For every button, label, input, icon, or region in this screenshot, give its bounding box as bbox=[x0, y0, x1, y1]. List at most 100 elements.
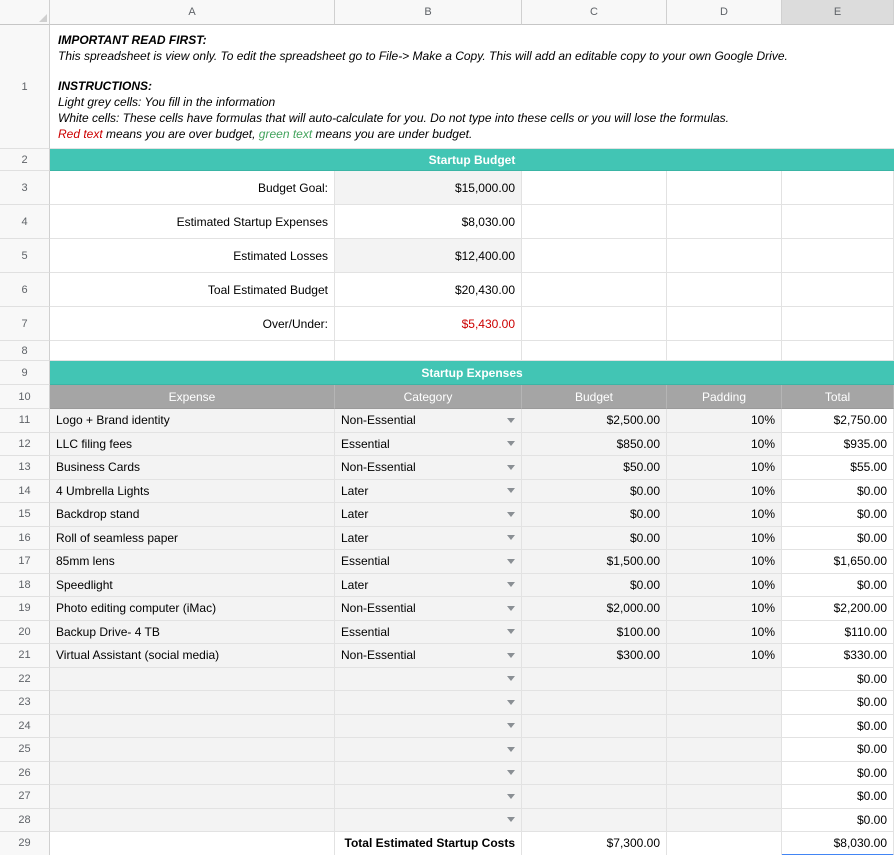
row-number-16[interactable]: 16 bbox=[0, 527, 50, 551]
category-column-header[interactable]: Category bbox=[335, 385, 522, 409]
padding-cell[interactable] bbox=[667, 785, 782, 809]
budget-cell[interactable]: $1,500.00 bbox=[522, 550, 667, 574]
total-cell[interactable]: $0.00 bbox=[782, 574, 894, 598]
budget-goal-label[interactable]: Budget Goal: bbox=[50, 171, 335, 205]
dropdown-arrow-icon[interactable] bbox=[507, 629, 515, 634]
row-number-12[interactable]: 12 bbox=[0, 433, 50, 457]
total-cell[interactable]: $2,200.00 bbox=[782, 597, 894, 621]
row-number-25[interactable]: 25 bbox=[0, 738, 50, 762]
expense-cell[interactable] bbox=[50, 668, 335, 692]
budget-cell[interactable] bbox=[522, 762, 667, 786]
budget-cell[interactable]: $2,000.00 bbox=[522, 597, 667, 621]
total-estimated-budget-label[interactable]: Toal Estimated Budget bbox=[50, 273, 335, 307]
dropdown-arrow-icon[interactable] bbox=[507, 606, 515, 611]
row-number-2[interactable]: 2 bbox=[0, 149, 50, 171]
padding-cell[interactable] bbox=[667, 762, 782, 786]
empty-cell-c8[interactable] bbox=[522, 341, 667, 361]
budget-cell[interactable]: $100.00 bbox=[522, 621, 667, 645]
expense-cell[interactable]: LLC filing fees bbox=[50, 433, 335, 457]
empty-cell-e8[interactable] bbox=[782, 341, 894, 361]
row-number-4[interactable]: 4 bbox=[0, 205, 50, 239]
category-cell[interactable]: Later bbox=[335, 527, 522, 551]
expense-cell[interactable]: Business Cards bbox=[50, 456, 335, 480]
expense-cell[interactable]: Speedlight bbox=[50, 574, 335, 598]
empty-cell-c5[interactable] bbox=[522, 239, 667, 273]
expense-column-header[interactable]: Expense bbox=[50, 385, 335, 409]
expense-cell[interactable]: Roll of seamless paper bbox=[50, 527, 335, 551]
budget-cell[interactable]: $0.00 bbox=[522, 503, 667, 527]
dropdown-arrow-icon[interactable] bbox=[507, 770, 515, 775]
dropdown-arrow-icon[interactable] bbox=[507, 488, 515, 493]
expense-cell[interactable]: Backdrop stand bbox=[50, 503, 335, 527]
padding-cell[interactable]: 10% bbox=[667, 527, 782, 551]
budget-cell[interactable] bbox=[522, 785, 667, 809]
row-number-26[interactable]: 26 bbox=[0, 762, 50, 786]
padding-cell[interactable] bbox=[667, 691, 782, 715]
empty-cell-e7[interactable] bbox=[782, 307, 894, 341]
expense-cell[interactable]: Logo + Brand identity bbox=[50, 409, 335, 433]
empty-cell-e6[interactable] bbox=[782, 273, 894, 307]
budget-cell[interactable] bbox=[522, 809, 667, 833]
row-number-17[interactable]: 17 bbox=[0, 550, 50, 574]
dropdown-arrow-icon[interactable] bbox=[507, 653, 515, 658]
over-under-label[interactable]: Over/Under: bbox=[50, 307, 335, 341]
empty-cell-c4[interactable] bbox=[522, 205, 667, 239]
row-number-6[interactable]: 6 bbox=[0, 273, 50, 307]
empty-cell-e3[interactable] bbox=[782, 171, 894, 205]
row-number-21[interactable]: 21 bbox=[0, 644, 50, 668]
row-number-18[interactable]: 18 bbox=[0, 574, 50, 598]
dropdown-arrow-icon[interactable] bbox=[507, 676, 515, 681]
budget-cell[interactable]: $850.00 bbox=[522, 433, 667, 457]
category-cell[interactable]: Later bbox=[335, 480, 522, 504]
empty-cell-d3[interactable] bbox=[667, 171, 782, 205]
expense-cell[interactable]: 4 Umbrella Lights bbox=[50, 480, 335, 504]
category-cell[interactable] bbox=[335, 715, 522, 739]
expense-cell[interactable]: 85mm lens bbox=[50, 550, 335, 574]
empty-cell-e5[interactable] bbox=[782, 239, 894, 273]
row-number-24[interactable]: 24 bbox=[0, 715, 50, 739]
row-number-10[interactable]: 10 bbox=[0, 385, 50, 409]
empty-cell-d4[interactable] bbox=[667, 205, 782, 239]
budget-cell[interactable]: $0.00 bbox=[522, 527, 667, 551]
category-cell[interactable] bbox=[335, 785, 522, 809]
total-startup-costs-total[interactable]: $8,030.00 bbox=[782, 832, 894, 855]
dropdown-arrow-icon[interactable] bbox=[507, 582, 515, 587]
category-cell[interactable]: Later bbox=[335, 574, 522, 598]
expense-cell[interactable]: Backup Drive- 4 TB bbox=[50, 621, 335, 645]
estimated-losses-label[interactable]: Estimated Losses bbox=[50, 239, 335, 273]
padding-cell[interactable]: 10% bbox=[667, 433, 782, 457]
row-number-9[interactable]: 9 bbox=[0, 361, 50, 385]
instructions-cell[interactable]: IMPORTANT READ FIRST: This spreadsheet i… bbox=[50, 25, 894, 149]
budget-cell[interactable]: $2,500.00 bbox=[522, 409, 667, 433]
expense-cell[interactable] bbox=[50, 738, 335, 762]
total-cell[interactable]: $0.00 bbox=[782, 503, 894, 527]
total-cell[interactable]: $1,650.00 bbox=[782, 550, 894, 574]
dropdown-arrow-icon[interactable] bbox=[507, 747, 515, 752]
select-all-corner[interactable] bbox=[0, 0, 50, 25]
empty-cell-a8[interactable] bbox=[50, 341, 335, 361]
category-cell[interactable]: Non-Essential bbox=[335, 644, 522, 668]
total-cell[interactable]: $935.00 bbox=[782, 433, 894, 457]
total-startup-costs-label[interactable]: Total Estimated Startup Costs bbox=[335, 832, 522, 855]
category-cell[interactable]: Essential bbox=[335, 433, 522, 457]
empty-cell-d29[interactable] bbox=[667, 832, 782, 855]
category-cell[interactable]: Later bbox=[335, 503, 522, 527]
row-number-14[interactable]: 14 bbox=[0, 480, 50, 504]
row-number-20[interactable]: 20 bbox=[0, 621, 50, 645]
category-cell[interactable] bbox=[335, 809, 522, 833]
padding-cell[interactable]: 10% bbox=[667, 574, 782, 598]
row-number-28[interactable]: 28 bbox=[0, 809, 50, 833]
total-cell[interactable]: $0.00 bbox=[782, 691, 894, 715]
total-cell[interactable]: $0.00 bbox=[782, 527, 894, 551]
category-cell[interactable] bbox=[335, 738, 522, 762]
row-number-22[interactable]: 22 bbox=[0, 668, 50, 692]
dropdown-arrow-icon[interactable] bbox=[507, 794, 515, 799]
row-number-27[interactable]: 27 bbox=[0, 785, 50, 809]
category-cell[interactable] bbox=[335, 762, 522, 786]
startup-budget-banner[interactable]: Startup Budget bbox=[50, 149, 894, 171]
budget-cell[interactable] bbox=[522, 738, 667, 762]
row-number-11[interactable]: 11 bbox=[0, 409, 50, 433]
empty-cell-a29[interactable] bbox=[50, 832, 335, 855]
startup-expenses-banner[interactable]: Startup Expenses bbox=[50, 361, 894, 385]
padding-cell[interactable] bbox=[667, 715, 782, 739]
